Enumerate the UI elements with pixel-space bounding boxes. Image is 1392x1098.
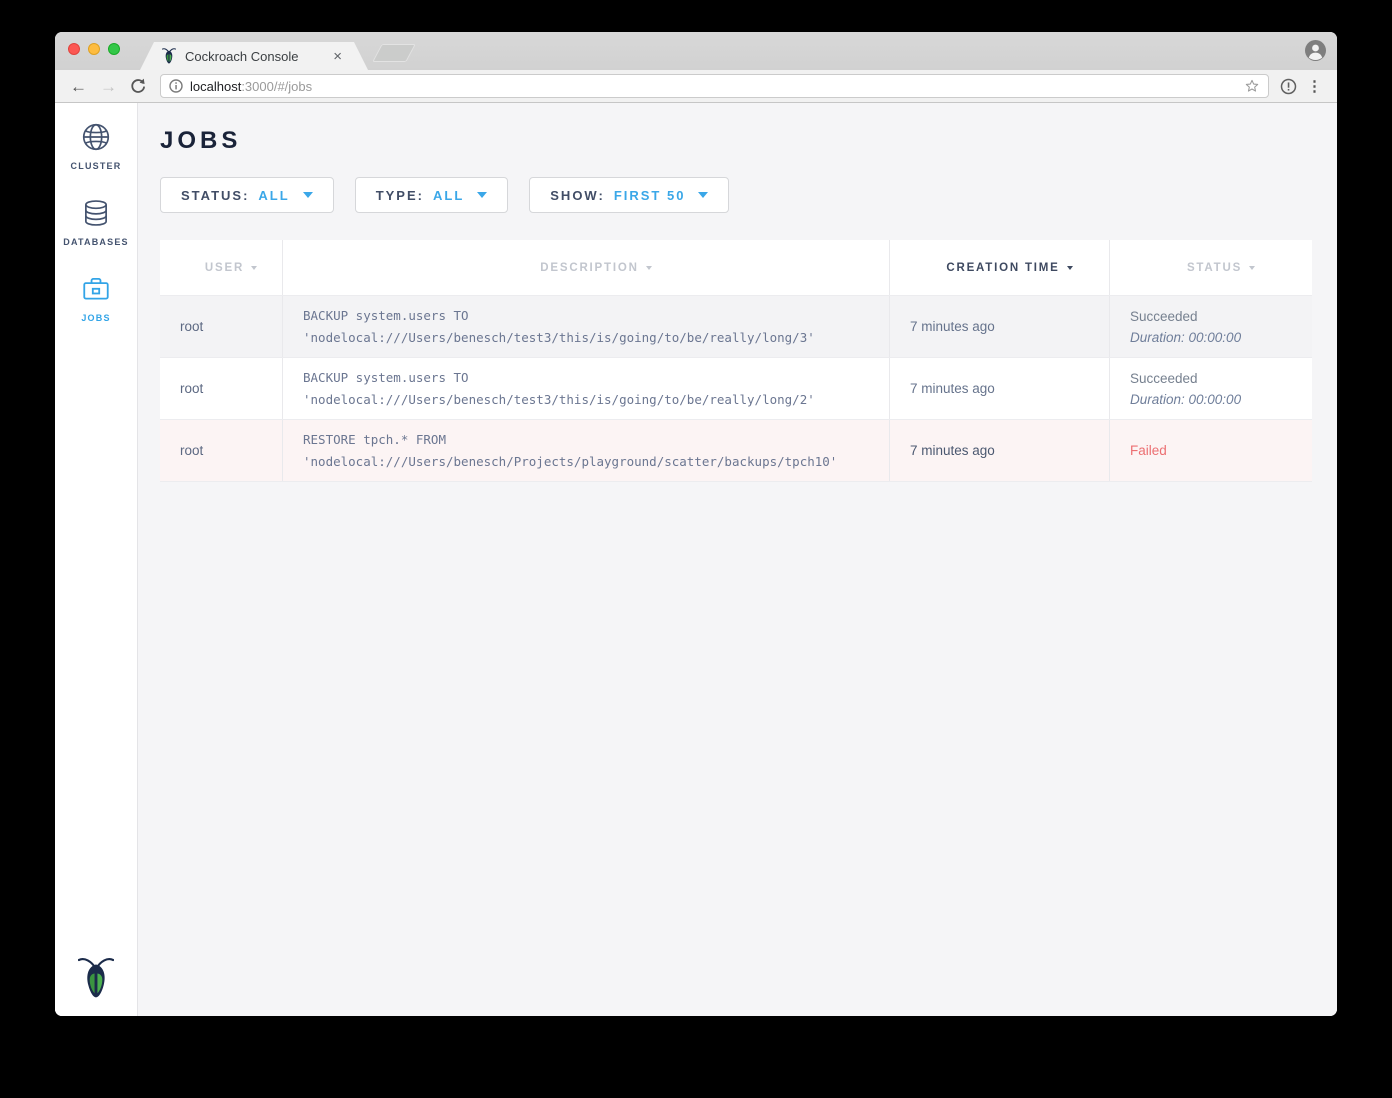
- cockroach-logo: [78, 954, 114, 1002]
- chevron-down-icon: [303, 192, 313, 198]
- job-path: 'nodelocal:///Users/benesch/test3/this/i…: [303, 327, 889, 349]
- table-row[interactable]: root RESTORE tpch.* FROM 'nodelocal:///U…: [160, 420, 1312, 482]
- browser-titlebar: Cockroach Console ×: [55, 32, 1337, 70]
- browser-tab[interactable]: Cockroach Console ×: [140, 42, 368, 70]
- browser-toolbar: ← → localhost:3000/#/jobs ⋮: [55, 70, 1337, 103]
- status-text: Succeeded: [1130, 306, 1312, 327]
- show-filter-dropdown[interactable]: SHOW: FIRST 50: [529, 177, 729, 213]
- creation-time-cell: 7 minutes ago: [890, 358, 1110, 419]
- tab-close-icon[interactable]: ×: [331, 49, 344, 64]
- description-cell: BACKUP system.users TO 'nodelocal:///Use…: [283, 296, 890, 357]
- status-cell: Succeeded Duration: 00:00:00: [1110, 358, 1312, 419]
- filter-label: STATUS:: [181, 188, 249, 203]
- url-bar[interactable]: localhost:3000/#/jobs: [160, 74, 1269, 98]
- status-duration: Duration: 00:00:00: [1130, 389, 1312, 410]
- fullscreen-window-button[interactable]: [108, 43, 120, 55]
- reload-icon[interactable]: [129, 77, 147, 95]
- column-header-creation-time[interactable]: CREATION TIME: [890, 240, 1110, 295]
- cockroach-favicon: [162, 47, 176, 65]
- status-cell: Failed: [1110, 420, 1312, 481]
- sort-caret-icon: [1067, 266, 1073, 270]
- close-window-button[interactable]: [68, 43, 80, 55]
- description-cell: RESTORE tpch.* FROM 'nodelocal:///Users/…: [283, 420, 890, 481]
- chevron-down-icon: [698, 192, 708, 198]
- filter-label: SHOW:: [550, 188, 605, 203]
- creation-time-cell: 7 minutes ago: [890, 420, 1110, 481]
- status-text: Failed: [1130, 443, 1312, 458]
- column-header-label: STATUS: [1187, 262, 1242, 274]
- page-info-icon[interactable]: [169, 79, 183, 93]
- url-host: localhost: [190, 79, 241, 94]
- forward-icon: →: [97, 78, 120, 95]
- column-header-label: CREATION TIME: [946, 262, 1059, 274]
- sidebar-item-databases[interactable]: DATABASES: [55, 197, 137, 247]
- column-header-label: DESCRIPTION: [540, 262, 638, 274]
- sort-caret-icon: [251, 266, 257, 270]
- back-icon[interactable]: ←: [67, 78, 90, 95]
- cockroach-console-app: CLUSTER DATABASES: [55, 103, 1337, 1016]
- filter-value: ALL: [258, 188, 289, 203]
- table-row[interactable]: root BACKUP system.users TO 'nodelocal:/…: [160, 358, 1312, 420]
- table-header-row: USER DESCRIPTION CREATION TIME STATUS: [160, 240, 1312, 296]
- sidebar-item-label: DATABASES: [63, 237, 128, 247]
- job-path: 'nodelocal:///Users/benesch/Projects/pla…: [303, 451, 889, 473]
- column-header-description[interactable]: DESCRIPTION: [283, 240, 890, 295]
- briefcase-icon: [80, 273, 112, 305]
- database-icon: [80, 197, 112, 229]
- job-path: 'nodelocal:///Users/benesch/test3/this/i…: [303, 389, 889, 411]
- type-filter-dropdown[interactable]: TYPE: ALL: [355, 177, 509, 213]
- minimize-window-button[interactable]: [88, 43, 100, 55]
- status-filter-dropdown[interactable]: STATUS: ALL: [160, 177, 334, 213]
- description-cell: BACKUP system.users TO 'nodelocal:///Use…: [283, 358, 890, 419]
- url-path: :3000/#/jobs: [241, 79, 312, 94]
- status-cell: Succeeded Duration: 00:00:00: [1110, 296, 1312, 357]
- bookmark-star-icon[interactable]: [1244, 78, 1260, 94]
- sidebar-item-label: CLUSTER: [71, 161, 122, 171]
- user-cell: root: [160, 296, 283, 357]
- status-duration: Duration: 00:00:00: [1130, 327, 1312, 348]
- filter-bar: STATUS: ALL TYPE: ALL SHOW: FIRST 50: [160, 177, 1313, 213]
- sort-caret-icon: [1249, 266, 1255, 270]
- table-row[interactable]: root BACKUP system.users TO 'nodelocal:/…: [160, 296, 1312, 358]
- user-cell: root: [160, 420, 283, 481]
- column-header-label: USER: [205, 262, 244, 274]
- filter-value: FIRST 50: [614, 188, 686, 203]
- sidebar-item-label: JOBS: [81, 313, 110, 323]
- job-command: BACKUP system.users TO: [303, 367, 889, 389]
- profile-avatar-icon[interactable]: [1305, 40, 1326, 61]
- status-text: Succeeded: [1130, 368, 1312, 389]
- filter-value: ALL: [433, 188, 464, 203]
- globe-icon: [80, 121, 112, 153]
- column-header-status[interactable]: STATUS: [1110, 240, 1312, 295]
- new-tab-button[interactable]: [372, 44, 416, 62]
- jobs-page: JOBS STATUS: ALL TYPE: ALL SHOW: FIRST 5…: [138, 103, 1337, 1016]
- user-cell: root: [160, 358, 283, 419]
- tab-title: Cockroach Console: [185, 49, 331, 64]
- job-command: BACKUP system.users TO: [303, 305, 889, 327]
- filter-label: TYPE:: [376, 188, 424, 203]
- page-title: JOBS: [160, 127, 1313, 155]
- extension-badge-icon[interactable]: [1280, 78, 1297, 95]
- sidebar: CLUSTER DATABASES: [55, 103, 138, 1016]
- column-header-user[interactable]: USER: [160, 240, 283, 295]
- jobs-table: USER DESCRIPTION CREATION TIME STATUS: [160, 240, 1312, 482]
- window-controls: [68, 43, 120, 55]
- browser-window: Cockroach Console × ← → localhost:3000/#…: [55, 32, 1337, 1016]
- creation-time-cell: 7 minutes ago: [890, 296, 1110, 357]
- browser-menu-icon[interactable]: ⋮: [1304, 77, 1325, 95]
- sidebar-item-jobs[interactable]: JOBS: [55, 273, 137, 323]
- job-command: RESTORE tpch.* FROM: [303, 429, 889, 451]
- sidebar-item-cluster[interactable]: CLUSTER: [55, 121, 137, 171]
- sort-caret-icon: [646, 266, 652, 270]
- chevron-down-icon: [477, 192, 487, 198]
